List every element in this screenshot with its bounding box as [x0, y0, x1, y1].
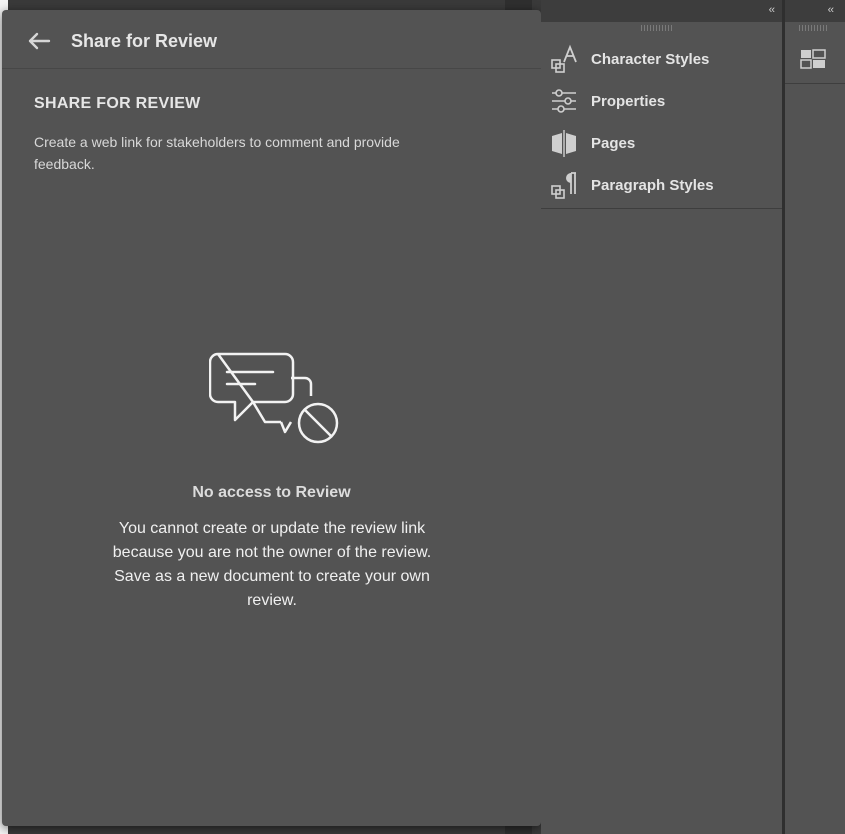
panel-item-label: Pages — [591, 134, 636, 152]
panel-item-paragraph-styles[interactable]: Paragraph Styles — [541, 164, 782, 206]
properties-icon — [549, 86, 579, 116]
mini-dock-topbar: ‹‹ — [785, 0, 845, 22]
panel-item-character-styles[interactable]: Character Styles — [541, 38, 782, 80]
dock-grip-handle[interactable] — [641, 25, 673, 31]
popover-header: Share for Review — [2, 10, 541, 69]
paragraph-styles-icon — [549, 170, 579, 200]
character-styles-icon — [549, 44, 579, 74]
collapse-mini-dock-button[interactable]: ‹‹ — [828, 4, 834, 16]
panel-dock: ‹‹ Character Styles Properties Pages Par… — [541, 0, 782, 834]
no-review-access-icon — [209, 352, 339, 444]
panel-item-label: Paragraph Styles — [591, 176, 714, 194]
panel-item-label: Character Styles — [591, 50, 710, 68]
panel-grid-button[interactable] — [797, 44, 829, 74]
dock-topbar: ‹‹ — [541, 0, 782, 22]
no-access-message: You cannot create or update the review l… — [112, 520, 432, 609]
collapse-dock-button[interactable]: ‹‹ — [769, 4, 775, 16]
panel-item-properties[interactable]: Properties — [541, 80, 782, 122]
mini-panel-dock: ‹‹ — [785, 0, 845, 834]
share-for-review-popover: Share for Review SHARE FOR REVIEW Create… — [2, 10, 541, 826]
panel-item-label: Properties — [591, 92, 666, 110]
popover-title: Share for Review — [71, 31, 218, 51]
panel-grid-icon — [800, 49, 826, 69]
dock-divider — [541, 208, 782, 209]
mini-dock-divider — [785, 83, 845, 84]
section-description: Create a web link for stakeholders to co… — [34, 134, 400, 172]
arrow-left-icon — [28, 32, 51, 50]
panel-item-pages[interactable]: Pages — [541, 122, 782, 164]
section-title: SHARE FOR REVIEW — [34, 95, 201, 112]
no-access-title: No access to Review — [192, 484, 351, 501]
mini-dock-grip-handle[interactable] — [799, 25, 827, 31]
pages-icon — [549, 128, 579, 158]
back-button[interactable] — [24, 28, 54, 54]
